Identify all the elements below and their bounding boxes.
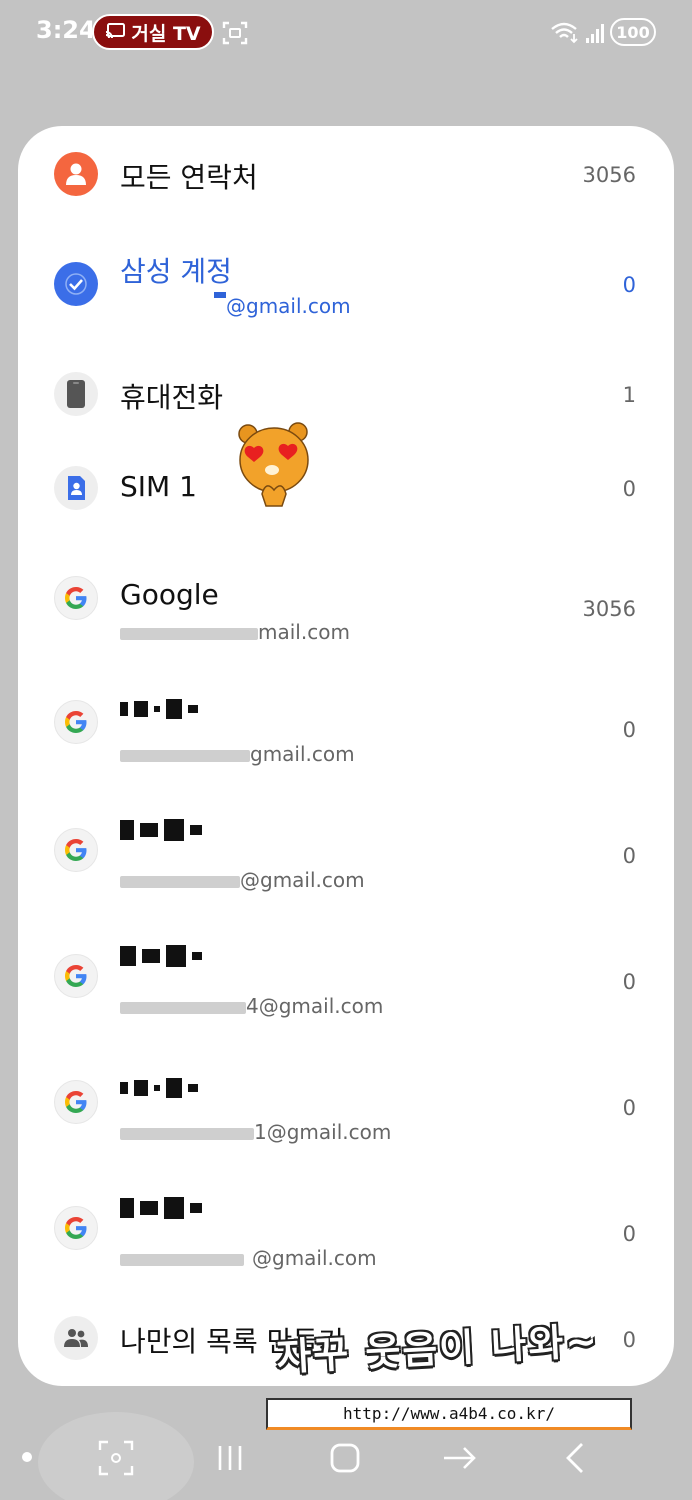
heart-eyes-character-sticker [238, 422, 309, 507]
account-count: 0 [622, 844, 636, 868]
account-title: 삼성 계정 [120, 255, 232, 288]
account-row-phone[interactable]: 휴대전화 1 [18, 346, 674, 442]
account-email: @gmail.com [120, 868, 365, 892]
google-icon [54, 1080, 98, 1124]
phone-icon [54, 372, 98, 416]
nav-indicator-dot [22, 1452, 32, 1462]
account-row-samsung[interactable]: 삼성 계정 @gmail.com 0 [18, 226, 674, 346]
redacted-name [120, 940, 202, 973]
account-email: mail.com [120, 620, 350, 644]
account-email: @gmail.com [120, 1246, 377, 1270]
redacted-name [120, 1192, 202, 1225]
account-email: gmail.com [120, 742, 355, 766]
account-row-google-2[interactable]: gmail.com 0 [18, 658, 674, 784]
account-row-google-4[interactable]: 4@gmail.com 0 [18, 910, 674, 1036]
back-icon[interactable] [556, 1438, 596, 1478]
account-count: 0 [622, 970, 636, 994]
redacted-name [120, 1068, 198, 1103]
account-count: 3056 [582, 163, 636, 187]
account-email: 4@gmail.com [120, 994, 383, 1018]
account-count: 0 [622, 477, 636, 501]
group-icon [54, 1316, 98, 1360]
account-count: 3056 [582, 597, 636, 621]
account-title: Google [120, 578, 219, 611]
cast-chip[interactable]: 거실 TV [92, 14, 214, 50]
account-title: SIM 1 [120, 470, 197, 503]
cast-label: 거실 TV [131, 22, 201, 45]
google-icon [54, 828, 98, 872]
account-count: 0 [622, 1096, 636, 1120]
battery-icon: 100 [610, 18, 656, 46]
cast-icon [106, 23, 126, 39]
account-email: 1@gmail.com [120, 1120, 391, 1144]
account-count: 1 [622, 383, 636, 407]
account-row-google-6[interactable]: @gmail.com 0 [18, 1162, 674, 1288]
account-row-sim[interactable]: SIM 1 0 [18, 442, 674, 538]
google-icon [54, 954, 98, 998]
account-row-all-contacts[interactable]: 모든 연락처 3056 [18, 126, 674, 226]
redacted-name [120, 814, 202, 847]
signal-icon [586, 24, 604, 43]
account-row-google[interactable]: Google mail.com 3056 [18, 538, 674, 658]
google-icon [54, 700, 98, 744]
account-count: 0 [622, 273, 636, 297]
redacted-name [120, 690, 198, 724]
wifi-icon [551, 22, 578, 44]
google-icon [54, 1206, 98, 1250]
sim-contact-icon [54, 466, 98, 510]
capture-icon[interactable] [96, 1438, 136, 1478]
account-count: 0 [622, 1328, 636, 1352]
account-count: 0 [622, 1222, 636, 1246]
account-email: @gmail.com [214, 292, 351, 318]
check-icon [54, 262, 98, 306]
recents-icon[interactable] [210, 1438, 250, 1478]
forward-arrow-icon[interactable] [440, 1438, 480, 1478]
account-row-google-5[interactable]: 1@gmail.com 0 [18, 1036, 674, 1162]
person-icon [54, 152, 98, 196]
account-title: 모든 연락처 [120, 161, 258, 194]
account-count: 0 [622, 718, 636, 742]
account-row-google-3[interactable]: @gmail.com 0 [18, 784, 674, 910]
account-title: 휴대전화 [120, 381, 224, 414]
account-list-card: 모든 연락처 3056 삼성 계정 @gmail.com 0 휴대전화 1 SI… [18, 126, 674, 1386]
home-icon[interactable] [325, 1438, 365, 1478]
google-icon [54, 576, 98, 620]
status-bar: 3:24 거실 TV 100 [0, 0, 692, 64]
status-time: 3:24 [36, 16, 96, 44]
watermark-url: http://www.a4b4.co.kr/ [266, 1398, 632, 1430]
screen-record-icon [222, 21, 248, 45]
